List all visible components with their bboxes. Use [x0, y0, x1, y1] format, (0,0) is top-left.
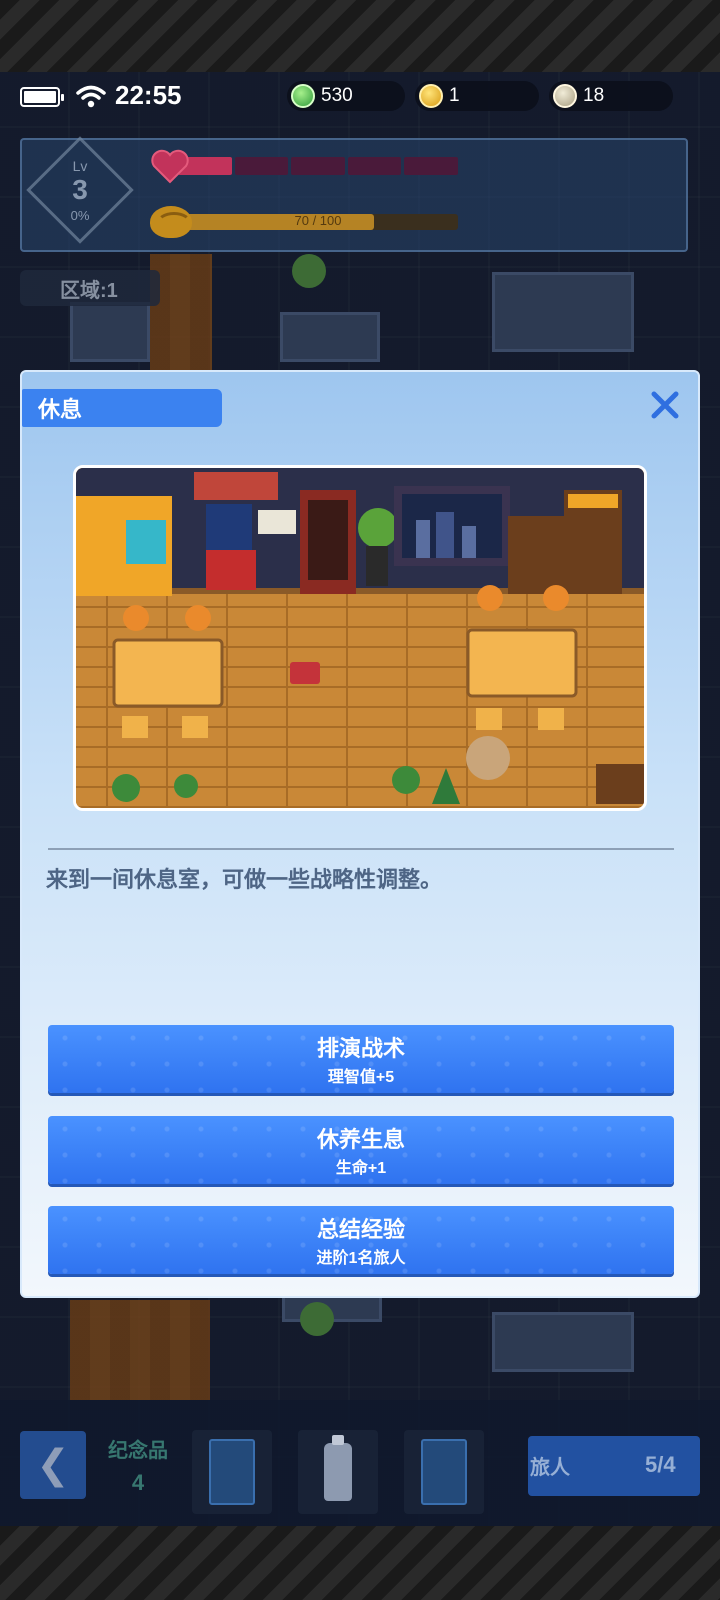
level-value: 3 [72, 174, 88, 205]
travelers-label: 旅人 [530, 1457, 570, 1479]
bottle-icon [324, 1435, 352, 1501]
area-badge: 区域:1 [20, 270, 160, 306]
hp-segment [291, 157, 345, 175]
option-rest-recover-button[interactable]: 休养生息 生命+1 [48, 1116, 674, 1184]
battery-icon [20, 87, 64, 107]
bottom-frame [0, 1526, 720, 1600]
option-summarize-experience-button[interactable]: 总结经验 进阶1名旅人 [48, 1206, 674, 1274]
chevron-left-icon: ❮ [36, 1443, 70, 1487]
option-effect: 生命+1 [335, 1160, 387, 1177]
souvenir-label: 纪念品 [108, 1440, 168, 1462]
heart-icon [151, 149, 189, 184]
event-description: 来到一间休息室，可做一些战略性调整。 [46, 867, 443, 892]
currency-gold[interactable]: 1 [415, 81, 539, 111]
travelers-count: 5/4 [645, 1452, 676, 1477]
option-title: 休养生息 [316, 1127, 405, 1152]
wifi-icon [76, 85, 106, 108]
dialog-title: 休息 [22, 389, 222, 427]
currency-gold-value: 1 [449, 85, 460, 106]
exp-percent: 0% [70, 208, 90, 223]
currency-silver[interactable]: 18 [549, 81, 673, 111]
hp-bar [178, 157, 458, 175]
option-title: 总结经验 [316, 1217, 405, 1242]
option-effect: 理智值+5 [327, 1069, 395, 1086]
top-frame [0, 0, 720, 72]
back-button[interactable]: ❮ [20, 1431, 86, 1499]
souvenir-slot-1[interactable] [192, 1430, 272, 1514]
hp-segment [404, 157, 458, 175]
silver-coin-icon [553, 84, 577, 108]
currency-silver-value: 18 [583, 85, 605, 106]
souvenir-slot-3[interactable] [404, 1430, 484, 1514]
gold-coin-icon [419, 84, 443, 108]
card-icon [421, 1439, 467, 1505]
close-icon[interactable] [648, 388, 682, 422]
souvenir-count: 4 [131, 1470, 145, 1495]
currency-gem-value: 530 [321, 85, 353, 106]
sanity-text: 70 / 100 [294, 213, 342, 228]
hp-segment [234, 157, 289, 175]
card-icon [209, 1439, 255, 1505]
option-title: 排演战术 [316, 1036, 405, 1061]
level-label: Lv [72, 158, 88, 174]
status-time: 22:55 [115, 80, 182, 110]
dialog-divider [48, 848, 674, 850]
hp-segment [347, 157, 402, 175]
green-gem-coin-icon [291, 84, 315, 108]
option-rehearse-tactics-button[interactable]: 排演战术 理智值+5 [48, 1025, 674, 1093]
option-effect: 进阶1名旅人 [316, 1250, 406, 1267]
souvenir-slot-2[interactable] [298, 1430, 378, 1514]
rest-room-illustration [73, 465, 647, 811]
currency-gem[interactable]: 530 [287, 81, 405, 111]
